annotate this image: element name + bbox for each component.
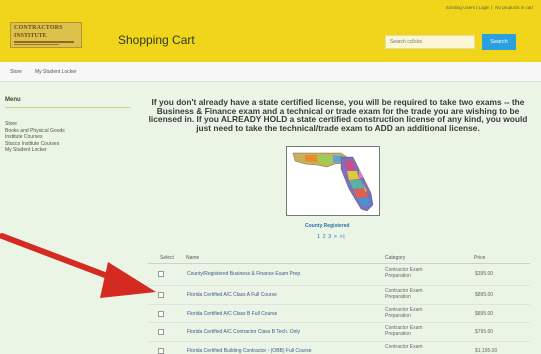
intro-text: If you don't already have a state certif… xyxy=(148,97,528,133)
product-price: $795.00 xyxy=(475,329,494,335)
sidebar-menu: Store Books and Physical Goods Institute… xyxy=(5,121,65,154)
col-header-name: Name xyxy=(186,255,200,261)
product-category: Contractor Exam Preparation xyxy=(385,288,423,300)
row-checkbox[interactable] xyxy=(158,348,164,354)
sidebar-title: Menu xyxy=(5,97,21,103)
header-bar: Existing Users | Login | No products in … xyxy=(0,0,541,62)
product-name[interactable]: County/Registered Business & Finance Exa… xyxy=(187,271,300,277)
row-checkbox[interactable] xyxy=(158,311,164,317)
product-price: $1,195.00 xyxy=(475,348,498,354)
florida-map-icon xyxy=(287,147,379,215)
product-name[interactable]: Florida Certified A/C Contractor Class B… xyxy=(187,329,300,335)
product-category: Contractor Exam Preparation xyxy=(385,267,423,279)
login-link[interactable]: Existing Users | Login | xyxy=(446,5,492,10)
col-header-price: Price xyxy=(474,255,486,261)
sidebar-divider xyxy=(5,107,130,108)
product-price: $395.00 xyxy=(475,271,494,277)
search-button[interactable]: Search xyxy=(482,34,516,50)
table-row: Florida Certified Building Contractor - … xyxy=(148,341,530,354)
row-checkbox[interactable] xyxy=(158,271,164,277)
product-price: $895.00 xyxy=(475,292,494,298)
florida-map-image[interactable] xyxy=(286,146,380,216)
product-category: Contractor Exam Preparation xyxy=(385,325,423,337)
cart-link[interactable]: No products in cart xyxy=(495,5,533,10)
sidebar-item-student-locker[interactable]: My Student Locker xyxy=(5,147,65,154)
logo-rule xyxy=(14,41,74,43)
breadcrumb-nav: Store My Student Locker xyxy=(0,62,541,82)
product-name[interactable]: Florida Certified Building Contractor - … xyxy=(187,348,312,354)
site-logo[interactable]: CONTRACTORS INSTITUTE xyxy=(10,22,82,48)
pagination[interactable]: 1 2 3 > >| xyxy=(317,234,345,240)
map-caption: County Registered xyxy=(305,223,350,229)
product-price: $895.00 xyxy=(475,311,494,317)
logo-rule xyxy=(14,44,59,45)
logo-line-1: CONTRACTORS xyxy=(14,25,63,31)
nav-store[interactable]: Store xyxy=(10,69,22,75)
nav-my-student-locker[interactable]: My Student Locker xyxy=(35,69,77,75)
account-links: Existing Users | Login | No products in … xyxy=(444,5,533,10)
logo-line-2: INSTITUTE xyxy=(14,33,47,39)
product-category: Contractor Exam xyxy=(385,344,423,350)
search-input[interactable] xyxy=(385,35,475,49)
col-header-category: Category xyxy=(385,255,406,261)
page-title: Shopping Cart xyxy=(118,33,195,47)
product-category: Contractor Exam Preparation xyxy=(385,307,423,319)
table-row: County/Registered Business & Finance Exa… xyxy=(148,264,530,286)
product-name[interactable]: Florida Certified A/C Class B Full Cours… xyxy=(187,311,277,317)
product-name[interactable]: Florida Certified A/C Class A Full Cours… xyxy=(187,292,277,298)
col-header-select: Select xyxy=(160,255,174,261)
row-checkbox[interactable] xyxy=(158,329,164,335)
row-checkbox[interactable] xyxy=(158,292,164,298)
